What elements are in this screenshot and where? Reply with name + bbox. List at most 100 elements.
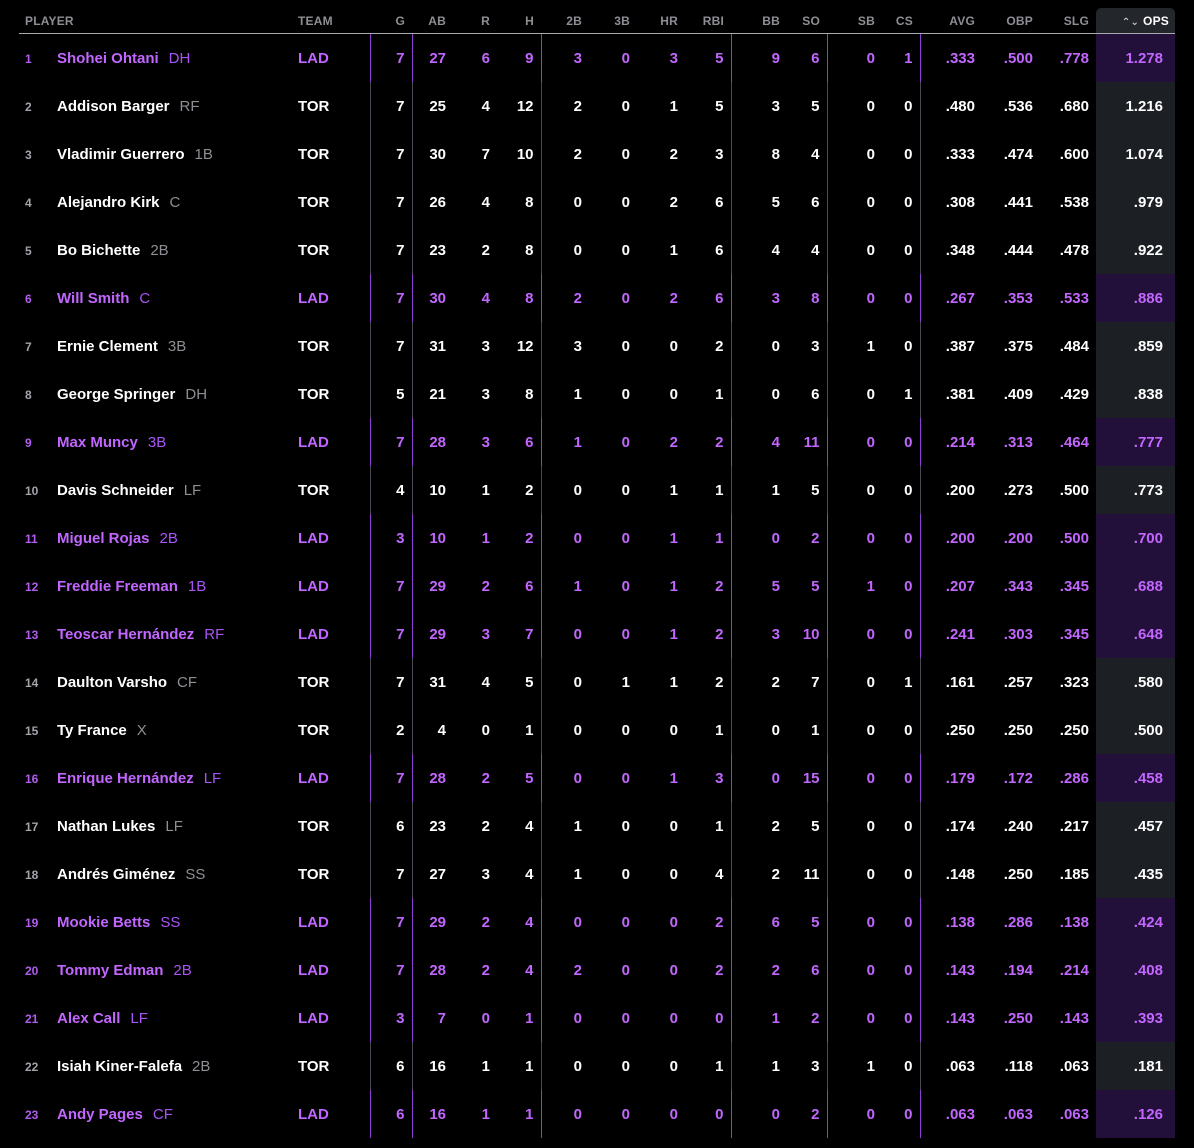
table-body: 1 Shohei Ohtani DH LAD 7 27 6 9 3 0 3 5 9 6 0 1.333.500…: [19, 33, 1175, 1138]
column-header-r[interactable]: R: [453, 8, 497, 34]
stat-g: 7: [370, 226, 413, 274]
player-name-link[interactable]: Vladimir Guerrero: [57, 146, 185, 163]
stat-rbi: 3: [685, 754, 732, 802]
stat-bb: 0: [771, 529, 780, 547]
column-header-avg[interactable]: AVG: [920, 8, 982, 34]
stat-hr: 0: [669, 721, 678, 739]
stat-cs: 0: [882, 754, 921, 802]
player-name-link[interactable]: Andrés Giménez: [57, 866, 175, 883]
column-header-obp[interactable]: OBP: [982, 8, 1040, 34]
stat-so: 6: [787, 946, 828, 994]
column-header-ops[interactable]: ⌃⌄ OPS: [1096, 8, 1175, 34]
column-header-sb[interactable]: SB: [827, 8, 882, 34]
player-name-link[interactable]: Teoscar Hernández: [57, 626, 194, 643]
team-abbreviation: LAD: [298, 946, 371, 994]
column-header-ab[interactable]: AB: [412, 8, 453, 34]
stat-avg: .207: [945, 577, 975, 595]
stat-3b: 0: [621, 289, 630, 307]
stat-hr: 0: [669, 961, 678, 979]
player-name-link[interactable]: Ty France: [57, 722, 127, 739]
player-name-link[interactable]: Ernie Clement: [57, 338, 158, 355]
stat-avg: .241: [945, 625, 975, 643]
stat-r: 0: [481, 721, 490, 739]
stat-bb: 3: [771, 625, 780, 643]
table-row: 2 Addison Barger RF TOR 7 25 4 12 2 0 1 5 3 5 0 0.480.5…: [19, 82, 1175, 130]
column-header-cs[interactable]: CS: [882, 8, 920, 34]
stat-ab: 23: [429, 817, 446, 835]
column-header-player[interactable]: PLAYER: [19, 8, 298, 34]
player-name-link[interactable]: Nathan Lukes: [57, 818, 155, 835]
stat-hr: 0: [669, 913, 678, 931]
player-position: RF: [179, 97, 200, 115]
stat-obp: .375: [1003, 337, 1033, 355]
table-row: 1 Shohei Ohtani DH LAD 7 27 6 9 3 0 3 5 9 6 0 1.333.500…: [19, 33, 1175, 82]
stat-ops: 1.216: [1096, 82, 1175, 130]
stat-ops: .648: [1096, 610, 1175, 658]
player-name-link[interactable]: Tommy Edman: [57, 962, 163, 979]
player-position: LF: [165, 817, 183, 835]
stat-avg: .333: [945, 145, 975, 163]
player-name-link[interactable]: Daulton Varsho: [57, 674, 167, 691]
column-header-g[interactable]: G: [370, 8, 412, 34]
stat-avg: .308: [945, 193, 975, 211]
stat-g: 7: [370, 82, 413, 130]
column-header-so[interactable]: SO: [787, 8, 827, 34]
player-name-link[interactable]: Addison Barger: [57, 98, 170, 115]
stat-ops: .457: [1096, 802, 1175, 850]
stat-bb: 8: [771, 145, 780, 163]
stat-obp: .063: [1003, 1105, 1033, 1123]
player-name-link[interactable]: Andy Pages: [57, 1106, 143, 1123]
stat-bb: 2: [771, 673, 780, 691]
stat-avg: .174: [945, 817, 975, 835]
stat-bb: 1: [771, 1057, 780, 1075]
player-position: 3B: [147, 433, 167, 451]
player-name-link[interactable]: George Springer: [57, 386, 175, 403]
stat-2b: 0: [573, 529, 582, 547]
player-name-link[interactable]: Freddie Freeman: [57, 578, 178, 595]
column-header-2b[interactable]: 2B: [541, 8, 589, 34]
stat-g: 3: [370, 514, 413, 562]
column-header-team[interactable]: TEAM: [298, 8, 370, 34]
player-name-link[interactable]: Alejandro Kirk: [57, 194, 160, 211]
column-header-hr[interactable]: HR: [637, 8, 685, 34]
stat-cs: 0: [882, 130, 921, 178]
stat-obp: .172: [1003, 769, 1033, 787]
player-cell: 13 Teoscar Hernández RF: [19, 610, 298, 658]
player-name-link[interactable]: Shohei Ohtani: [57, 50, 159, 67]
stat-obp: .500: [1003, 49, 1033, 67]
column-header-3b[interactable]: 3B: [589, 8, 637, 34]
team-abbreviation: TOR: [298, 82, 371, 130]
player-rank: 7: [25, 339, 32, 354]
stat-so: 7: [787, 658, 828, 706]
player-name-link[interactable]: Isiah Kiner-Falefa: [57, 1058, 182, 1075]
player-name-link[interactable]: Bo Bichette: [57, 242, 140, 259]
player-name-link[interactable]: Miguel Rojas: [57, 530, 150, 547]
stat-ops: .773: [1096, 466, 1175, 514]
player-position: C: [139, 289, 151, 307]
stat-avg: .250: [945, 721, 975, 739]
stat-3b: 0: [621, 1105, 630, 1123]
column-header-rbi[interactable]: RBI: [685, 8, 731, 34]
player-name-link[interactable]: Mookie Betts: [57, 914, 150, 931]
stat-ab: 27: [429, 49, 446, 67]
stat-3b: 0: [621, 145, 630, 163]
table-header-row: PLAYER TEAM G AB R H 2B 3B HR RBI BB SO …: [19, 8, 1175, 34]
stat-bb: 1: [771, 1009, 780, 1027]
player-name-link[interactable]: Will Smith: [57, 290, 129, 307]
column-header-bb[interactable]: BB: [731, 8, 787, 34]
player-rank: 11: [25, 531, 38, 546]
stat-hr: 2: [669, 289, 678, 307]
stat-3b: 1: [621, 673, 630, 691]
stat-2b: 1: [573, 385, 582, 403]
stat-bb: 0: [771, 1105, 780, 1123]
player-name-link[interactable]: Davis Schneider: [57, 482, 174, 499]
player-name-link[interactable]: Max Muncy: [57, 434, 138, 451]
player-name-link[interactable]: Enrique Hernández: [57, 770, 194, 787]
stat-rbi: 2: [685, 898, 732, 946]
stat-ab: 4: [437, 721, 446, 739]
player-name-link[interactable]: Alex Call: [57, 1010, 120, 1027]
column-header-slg[interactable]: SLG: [1040, 8, 1096, 34]
stat-cs: 1: [882, 370, 921, 418]
column-header-h[interactable]: H: [497, 8, 541, 34]
stat-slg: .138: [1059, 913, 1089, 931]
